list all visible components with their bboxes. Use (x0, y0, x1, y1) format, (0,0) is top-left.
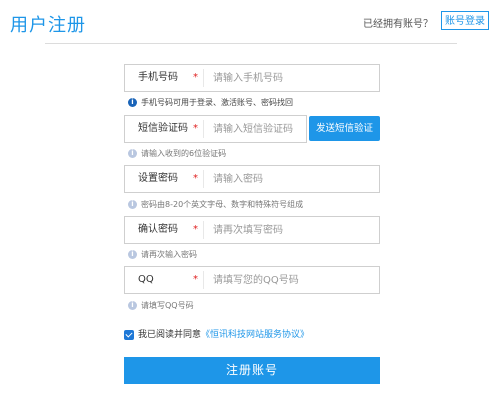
password-field-row[interactable]: 设置密码 * (124, 165, 380, 193)
have-account-text: 已经拥有账号？ (363, 19, 433, 30)
login-button[interactable]: 账号登录 (441, 11, 489, 30)
qq-hint-text: 请填写QQ号码 (141, 301, 194, 310)
sms-code-label: 短信验证码 (138, 123, 188, 134)
qq-input[interactable] (213, 267, 363, 293)
field-separator (203, 170, 204, 188)
phone-label: 手机号码 (138, 72, 178, 83)
qq-field-row[interactable]: QQ * (124, 266, 380, 294)
field-separator (203, 69, 204, 87)
password-hint: i 密码由8-20个英文字母、数字和特殊符号组成 (128, 199, 303, 211)
page-header: 用户注册 已经拥有账号？ 账号登录 (0, 0, 500, 44)
agreement-row: 我已阅读并同意《恒讯科技网站服务协议》 (124, 329, 309, 341)
info-icon: i (128, 200, 137, 209)
sms-code-hint-text: 请输入收到的6位验证码 (141, 149, 227, 158)
qq-hint: i 请填写QQ号码 (128, 300, 194, 312)
send-sms-button[interactable]: 发送短信验证 (309, 116, 380, 141)
confirm-password-label: 确认密码 (138, 224, 178, 235)
password-input[interactable] (213, 166, 363, 192)
confirm-password-input[interactable] (213, 217, 363, 243)
info-icon: i (128, 149, 137, 158)
info-icon: i (128, 250, 137, 259)
qq-label: QQ (138, 274, 154, 285)
required-star: * (193, 72, 198, 83)
required-star: * (193, 123, 198, 134)
confirm-password-hint: i 请再次输入密码 (128, 249, 197, 261)
required-star: * (193, 274, 198, 285)
agreement-checkbox[interactable] (124, 329, 134, 340)
field-separator (203, 120, 204, 138)
confirm-password-hint-text: 请再次输入密码 (141, 250, 197, 259)
confirm-password-field-row[interactable]: 确认密码 * (124, 216, 380, 244)
sms-code-field-row[interactable]: 短信验证码 * (124, 115, 307, 143)
password-label: 设置密码 (138, 173, 178, 184)
field-separator (203, 221, 204, 239)
agreement-link[interactable]: 《恒讯科技网站服务协议》 (201, 330, 309, 340)
phone-hint-text: 手机号码可用于登录、激活账号、密码找回 (141, 98, 293, 107)
field-separator (203, 271, 204, 289)
password-hint-text: 密码由8-20个英文字母、数字和特殊符号组成 (141, 200, 304, 209)
info-icon: i (128, 301, 137, 310)
phone-field-row[interactable]: 手机号码 * (124, 64, 380, 92)
phone-hint: i 手机号码可用于登录、激活账号、密码找回 (128, 97, 293, 109)
info-icon: i (128, 98, 137, 107)
sms-code-hint: i 请输入收到的6位验证码 (128, 148, 226, 160)
register-button[interactable]: 注册账号 (124, 357, 380, 384)
header-divider (45, 43, 457, 44)
required-star: * (193, 173, 198, 184)
phone-input[interactable] (213, 65, 363, 91)
agreement-text: 我已阅读并同意 (138, 330, 202, 340)
page-title: 用户注册 (10, 15, 86, 36)
sms-code-input[interactable] (213, 116, 303, 142)
required-star: * (193, 224, 198, 235)
